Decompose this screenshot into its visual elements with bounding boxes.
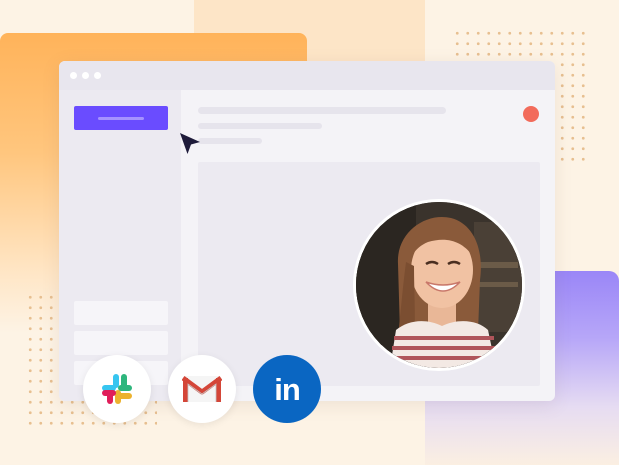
header-text-placeholder bbox=[198, 107, 446, 114]
linkedin-integration-button[interactable]: in bbox=[253, 355, 321, 423]
gmail-integration-button[interactable] bbox=[168, 355, 236, 423]
linkedin-icon: in bbox=[274, 371, 301, 407]
sidebar-item[interactable] bbox=[74, 301, 168, 325]
slack-integration-button[interactable] bbox=[83, 355, 151, 423]
user-photo-avatar bbox=[353, 199, 525, 371]
slack-icon bbox=[102, 374, 132, 404]
window-control-dot[interactable] bbox=[94, 72, 101, 79]
meta-text-placeholder bbox=[198, 138, 262, 144]
cursor-arrow-icon bbox=[180, 133, 200, 154]
window-control-dot[interactable] bbox=[70, 72, 77, 79]
gmail-icon bbox=[182, 375, 222, 402]
primary-button[interactable] bbox=[74, 106, 168, 130]
subheader-text-placeholder bbox=[198, 123, 322, 129]
record-indicator[interactable] bbox=[523, 106, 539, 122]
sidebar-item[interactable] bbox=[74, 331, 168, 355]
window-control-dot[interactable] bbox=[82, 72, 89, 79]
window-title-bar bbox=[59, 61, 555, 90]
primary-button-label-placeholder bbox=[98, 116, 144, 120]
